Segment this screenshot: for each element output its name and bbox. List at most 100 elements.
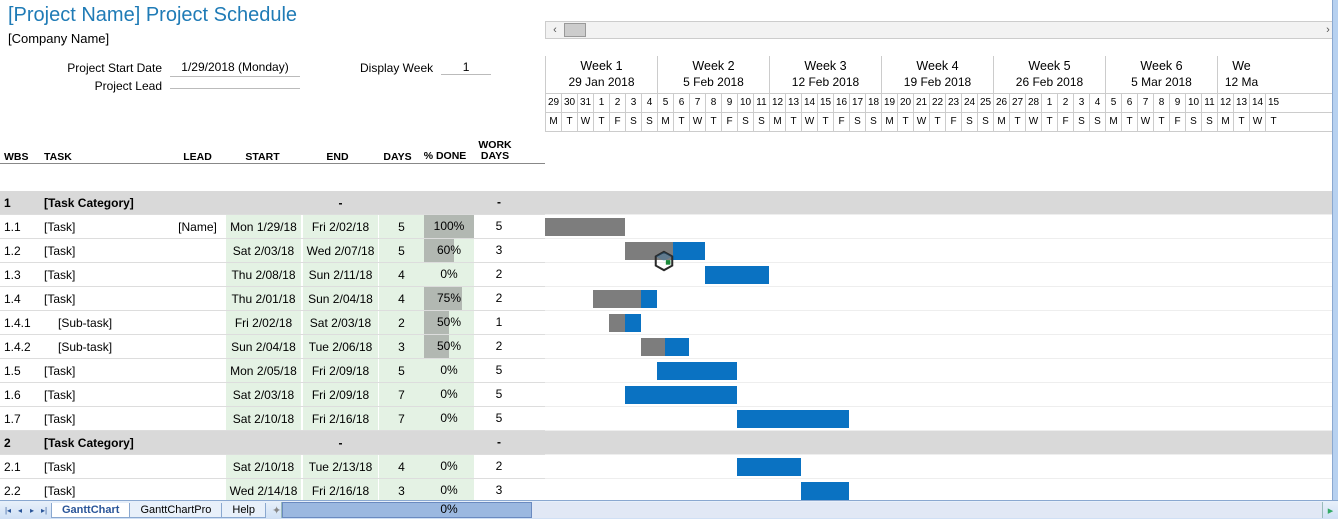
pct-done-cell[interactable]: 0% xyxy=(424,263,474,286)
task-row[interactable]: 1.7[Task]Sat 2/10/18Fri 2/16/1870%5 xyxy=(0,407,545,431)
horizontal-scrollbar[interactable] xyxy=(281,502,1322,518)
end-cell[interactable]: Fri 2/16/18 xyxy=(303,479,378,502)
tab-nav-last-icon[interactable]: ▸| xyxy=(38,503,50,517)
tab-nav-prev-icon[interactable]: ◂ xyxy=(14,503,26,517)
start-cell[interactable]: Thu 2/08/18 xyxy=(226,263,301,286)
pct-done-cell[interactable]: 75% xyxy=(424,287,474,310)
sheet-tab-ganttchartpro[interactable]: GanttChartPro xyxy=(129,503,222,518)
start-cell[interactable]: Mon 2/05/18 xyxy=(226,359,301,382)
category-row[interactable]: 2[Task Category]-- xyxy=(0,431,545,455)
end-cell[interactable]: Fri 2/02/18 xyxy=(303,215,378,238)
tab-nav-first-icon[interactable]: |◂ xyxy=(2,503,14,517)
gantt-bar-remaining[interactable] xyxy=(657,362,737,380)
scroll-left-icon[interactable]: ‹ xyxy=(546,22,564,38)
gantt-bar-remaining[interactable] xyxy=(673,242,705,260)
gantt-bar-remaining[interactable] xyxy=(737,410,849,428)
start-cell[interactable]: Fri 2/02/18 xyxy=(226,311,301,334)
task-row[interactable]: 1.1[Task][Name]Mon 1/29/18Fri 2/02/18510… xyxy=(0,215,545,239)
days-cell[interactable]: 5 xyxy=(379,359,424,382)
start-cell[interactable]: Sat 2/03/18 xyxy=(226,383,301,406)
days-cell[interactable]: 2 xyxy=(379,311,424,334)
task-row[interactable]: 1.3[Task]Thu 2/08/18Sun 2/11/1840%2 xyxy=(0,263,545,287)
start-cell[interactable]: Wed 2/14/18 xyxy=(226,479,301,502)
days-cell[interactable]: 4 xyxy=(379,287,424,310)
project-start-value[interactable]: 1/29/2018 (Monday) xyxy=(170,58,300,77)
days-cell[interactable]: 7 xyxy=(379,383,424,406)
end-cell[interactable]: Fri 2/16/18 xyxy=(303,407,378,430)
days-cell[interactable]: 3 xyxy=(379,479,424,502)
gantt-bar-remaining[interactable] xyxy=(641,290,657,308)
task-name-cell[interactable]: [Task] xyxy=(40,292,170,306)
gantt-bar-remaining[interactable] xyxy=(625,314,641,332)
end-cell[interactable]: Tue 2/06/18 xyxy=(303,335,378,358)
gantt-bar-remaining[interactable] xyxy=(801,482,849,500)
start-cell[interactable]: Sun 2/04/18 xyxy=(226,335,301,358)
sheet-tab-ganttchart[interactable]: GanttChart xyxy=(51,503,130,518)
end-cell[interactable]: Sat 2/03/18 xyxy=(303,311,378,334)
task-row[interactable]: 1.4.1[Sub-task]Fri 2/02/18Sat 2/03/18250… xyxy=(0,311,545,335)
vertical-scrollbar[interactable] xyxy=(1332,0,1338,500)
gantt-bar-remaining[interactable] xyxy=(625,386,737,404)
start-cell[interactable]: Sat 2/10/18 xyxy=(226,407,301,430)
pct-done-cell[interactable]: 0% xyxy=(424,383,474,406)
task-name-cell[interactable]: [Task Category] xyxy=(40,196,170,210)
task-row[interactable]: 2.1[Task]Sat 2/10/18Tue 2/13/1840%2 xyxy=(0,455,545,479)
days-cell[interactable]: 4 xyxy=(379,263,424,286)
pct-done-cell[interactable]: 0% xyxy=(424,479,474,502)
timeline-scrollbar[interactable]: ‹ › xyxy=(545,21,1338,39)
horizontal-scroll-right-icon[interactable]: ▸ xyxy=(1322,502,1338,518)
end-cell[interactable]: Sun 2/11/18 xyxy=(303,263,378,286)
gantt-bar-done[interactable] xyxy=(545,218,625,236)
task-row[interactable]: 1.4.2[Sub-task]Sun 2/04/18Tue 2/06/18350… xyxy=(0,335,545,359)
tab-nav-next-icon[interactable]: ▸ xyxy=(26,503,38,517)
days-cell[interactable]: 4 xyxy=(379,455,424,478)
pct-done-cell[interactable]: 100% xyxy=(424,215,474,238)
task-row[interactable]: 1.4[Task]Thu 2/01/18Sun 2/04/18475%2 xyxy=(0,287,545,311)
pct-done-cell[interactable]: 50% xyxy=(424,311,474,334)
project-lead-value[interactable] xyxy=(170,84,300,89)
gantt-bar-done[interactable] xyxy=(609,314,625,332)
task-name-cell[interactable]: [Task] xyxy=(40,412,170,426)
start-cell[interactable]: Sat 2/03/18 xyxy=(226,239,301,262)
gantt-bar-done[interactable] xyxy=(641,338,665,356)
task-name-cell[interactable]: [Sub-task] xyxy=(40,340,170,354)
task-name-cell[interactable]: [Task] xyxy=(40,244,170,258)
lead-cell[interactable]: [Name] xyxy=(170,220,225,234)
task-name-cell[interactable]: [Task] xyxy=(40,220,170,234)
task-name-cell[interactable]: [Task] xyxy=(40,388,170,402)
gantt-bar-remaining[interactable] xyxy=(665,338,689,356)
new-sheet-icon[interactable]: ✦ xyxy=(272,504,281,517)
task-name-cell[interactable]: [Task] xyxy=(40,268,170,282)
start-cell[interactable]: Thu 2/01/18 xyxy=(226,287,301,310)
pct-done-cell[interactable]: 0% xyxy=(424,407,474,430)
task-row[interactable]: 1.2[Task]Sat 2/03/18Wed 2/07/18560%3 xyxy=(0,239,545,263)
sheet-tab-help[interactable]: Help xyxy=(221,503,266,518)
days-cell[interactable]: 5 xyxy=(379,215,424,238)
days-cell[interactable]: 5 xyxy=(379,239,424,262)
task-name-cell[interactable]: [Task Category] xyxy=(40,436,170,450)
task-name-cell[interactable]: [Task] xyxy=(40,484,170,498)
task-name-cell[interactable]: [Task] xyxy=(40,460,170,474)
task-row[interactable]: 1.5[Task]Mon 2/05/18Fri 2/09/1850%5 xyxy=(0,359,545,383)
horizontal-scroll-thumb[interactable] xyxy=(282,502,532,518)
task-name-cell[interactable]: [Task] xyxy=(40,364,170,378)
days-cell[interactable]: 7 xyxy=(379,407,424,430)
start-cell[interactable]: Sat 2/10/18 xyxy=(226,455,301,478)
gantt-bar-done[interactable] xyxy=(593,290,641,308)
pct-done-cell[interactable]: 0% xyxy=(424,455,474,478)
scroll-thumb[interactable] xyxy=(564,23,586,37)
category-row[interactable]: 1[Task Category]-- xyxy=(0,191,545,215)
pct-done-cell[interactable]: 60% xyxy=(424,239,474,262)
task-name-cell[interactable]: [Sub-task] xyxy=(40,316,170,330)
end-cell[interactable]: Fri 2/09/18 xyxy=(303,383,378,406)
end-cell[interactable]: Wed 2/07/18 xyxy=(303,239,378,262)
end-cell[interactable]: Fri 2/09/18 xyxy=(303,359,378,382)
days-cell[interactable]: 3 xyxy=(379,335,424,358)
display-week-value[interactable]: 1 xyxy=(441,60,491,75)
pct-done-cell[interactable]: 0% xyxy=(424,359,474,382)
end-cell[interactable]: Tue 2/13/18 xyxy=(303,455,378,478)
gantt-bar-remaining[interactable] xyxy=(705,266,769,284)
gantt-bar-remaining[interactable] xyxy=(737,458,801,476)
pct-done-cell[interactable]: 50% xyxy=(424,335,474,358)
end-cell[interactable]: Sun 2/04/18 xyxy=(303,287,378,310)
